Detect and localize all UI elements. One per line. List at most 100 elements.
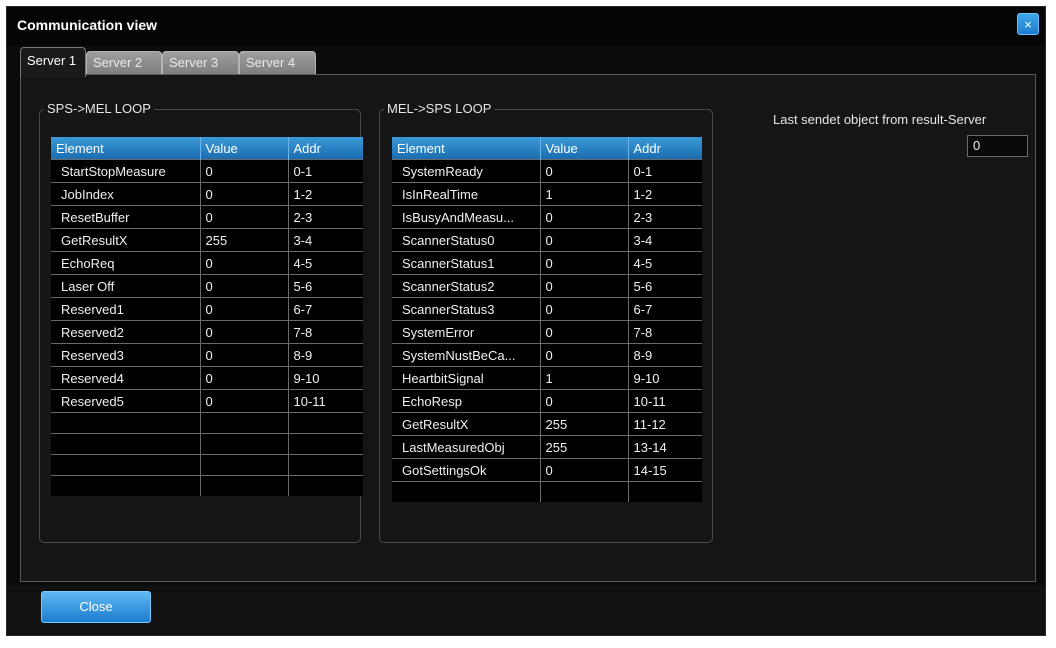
cell-addr: 2-3 (288, 205, 363, 229)
table-row[interactable]: EchoReq 0 4-5 (51, 251, 363, 275)
cell-addr: 8-9 (628, 343, 702, 367)
table-row[interactable]: SystemNustBeCa... 0 8-9 (392, 343, 702, 367)
table-row[interactable]: ScannerStatus3 0 6-7 (392, 297, 702, 321)
empty-cell (200, 412, 289, 434)
tab-server-4[interactable]: Server 4 (239, 51, 316, 75)
tab-server-2[interactable]: Server 2 (86, 51, 162, 75)
column-header-addr[interactable]: Addr (288, 137, 363, 160)
cell-value: 255 (200, 228, 289, 252)
table-row[interactable]: LastMeasuredObj 255 13-14 (392, 435, 702, 459)
cell-value: 1 (540, 182, 629, 206)
table-row[interactable]: Reserved4 0 9-10 (51, 366, 363, 390)
cell-element: SystemNustBeCa... (392, 343, 541, 367)
cell-addr: 3-4 (288, 228, 363, 252)
table-row[interactable]: GotSettingsOk 0 14-15 (392, 458, 702, 482)
close-icon[interactable]: × (1017, 13, 1039, 35)
empty-table-row (51, 433, 363, 455)
cell-value: 0 (540, 159, 629, 183)
cell-value: 1 (540, 366, 629, 390)
empty-cell (392, 481, 541, 502)
close-button[interactable]: Close (41, 591, 151, 623)
empty-cell (288, 454, 363, 476)
tab-server-3[interactable]: Server 3 (162, 51, 239, 75)
communication-window: Communication view × Server 1 Server 2 S… (6, 6, 1046, 636)
sps-mel-table: Element Value Addr StartStopMeasure 0 0-1 J… (51, 137, 363, 496)
cell-value: 0 (200, 366, 289, 390)
cell-addr: 11-12 (628, 412, 702, 436)
empty-cell (288, 412, 363, 434)
table-row[interactable]: GetResultX 255 3-4 (51, 228, 363, 252)
cell-value: 255 (540, 412, 629, 436)
table-row[interactable]: SystemError 0 7-8 (392, 320, 702, 344)
cell-value: 0 (540, 389, 629, 413)
table-row[interactable]: ScannerStatus1 0 4-5 (392, 251, 702, 275)
cell-value: 0 (540, 251, 629, 275)
cell-element: LastMeasuredObj (392, 435, 541, 459)
cell-value: 0 (200, 251, 289, 275)
cell-element: ScannerStatus3 (392, 297, 541, 321)
cell-value: 0 (540, 228, 629, 252)
empty-table-row (51, 454, 363, 476)
empty-cell (51, 475, 201, 496)
cell-element: EchoReq (51, 251, 201, 275)
cell-addr: 9-10 (628, 366, 702, 390)
window-title: Communication view (17, 17, 158, 33)
cell-element: Reserved1 (51, 297, 201, 321)
empty-cell (200, 475, 289, 496)
cell-element: IsInRealTime (392, 182, 541, 206)
cell-addr: 10-11 (288, 389, 363, 413)
cell-addr: 6-7 (288, 297, 363, 321)
table-row[interactable]: EchoResp 0 10-11 (392, 389, 702, 413)
cell-value: 0 (200, 389, 289, 413)
tab-server-1[interactable]: Server 1 (20, 47, 86, 77)
cell-addr: 7-8 (628, 320, 702, 344)
cell-value: 0 (540, 343, 629, 367)
table-row[interactable]: Reserved2 0 7-8 (51, 320, 363, 344)
cell-addr: 7-8 (288, 320, 363, 344)
table-row[interactable]: IsInRealTime 1 1-2 (392, 182, 702, 206)
cell-value: 0 (200, 182, 289, 206)
empty-cell (200, 433, 289, 455)
cell-addr: 10-11 (628, 389, 702, 413)
empty-cell (628, 481, 702, 502)
sps-mel-loop-title: SPS->MEL LOOP (44, 101, 154, 116)
cell-addr: 8-9 (288, 343, 363, 367)
table-row[interactable]: ResetBuffer 0 2-3 (51, 205, 363, 229)
last-sent-value-field[interactable]: 0 (967, 135, 1028, 157)
empty-table-row (51, 475, 363, 496)
empty-cell (288, 475, 363, 496)
mel-table-body: SystemReady 0 0-1 IsInRealTime 1 1-2 IsBusyAnd… (392, 159, 702, 502)
table-row[interactable]: GetResultX 255 11-12 (392, 412, 702, 436)
table-row[interactable]: Laser Off 0 5-6 (51, 274, 363, 298)
column-header-element[interactable]: Element (51, 137, 201, 160)
cell-addr: 9-10 (288, 366, 363, 390)
table-row[interactable]: HeartbitSignal 1 9-10 (392, 366, 702, 390)
column-header-addr[interactable]: Addr (628, 137, 702, 160)
table-row[interactable]: Reserved1 0 6-7 (51, 297, 363, 321)
table-row[interactable]: IsBusyAndMeasu... 0 2-3 (392, 205, 702, 229)
cell-value: 0 (200, 297, 289, 321)
table-row[interactable]: Reserved5 0 10-11 (51, 389, 363, 413)
table-row[interactable]: Reserved3 0 8-9 (51, 343, 363, 367)
table-row[interactable]: ScannerStatus0 0 3-4 (392, 228, 702, 252)
column-header-element[interactable]: Element (392, 137, 541, 160)
cell-addr: 1-2 (288, 182, 363, 206)
table-row[interactable]: SystemReady 0 0-1 (392, 159, 702, 183)
table-header-row: Element Value Addr (392, 137, 702, 160)
cell-value: 0 (540, 274, 629, 298)
table-row[interactable]: JobIndex 0 1-2 (51, 182, 363, 206)
table-row[interactable]: StartStopMeasure 0 0-1 (51, 159, 363, 183)
cell-value: 0 (540, 297, 629, 321)
cell-element: SystemError (392, 320, 541, 344)
column-header-value[interactable]: Value (540, 137, 629, 160)
cell-addr: 1-2 (628, 182, 702, 206)
empty-cell (51, 454, 201, 476)
table-row[interactable]: ScannerStatus2 0 5-6 (392, 274, 702, 298)
cell-element: ScannerStatus0 (392, 228, 541, 252)
cell-element: Reserved2 (51, 320, 201, 344)
empty-table-row (51, 412, 363, 434)
cell-element: Laser Off (51, 274, 201, 298)
column-header-value[interactable]: Value (200, 137, 289, 160)
cell-element: Reserved4 (51, 366, 201, 390)
cell-value: 0 (200, 320, 289, 344)
